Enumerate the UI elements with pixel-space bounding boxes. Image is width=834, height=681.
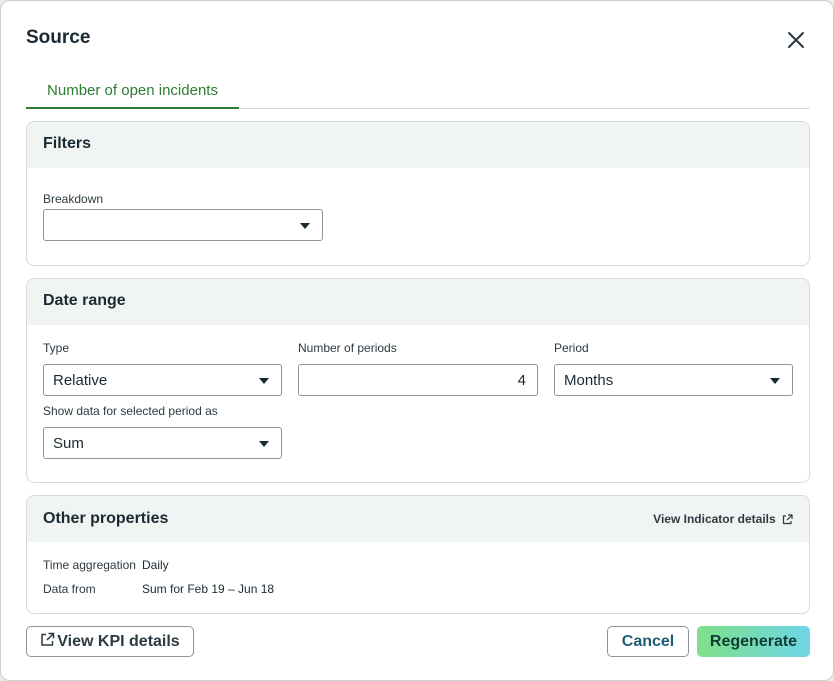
other-properties-card: Other properties View Indicator details … — [26, 495, 810, 614]
view-indicator-details-label: View Indicator details — [653, 512, 776, 526]
time-aggregation-value: Daily — [142, 558, 169, 572]
period-label: Period — [554, 341, 589, 355]
breakdown-select[interactable] — [43, 209, 323, 241]
chevron-down-icon — [259, 378, 269, 384]
data-from-value: Sum for Feb 19 – Jun 18 — [142, 582, 275, 596]
external-link-icon — [40, 628, 55, 657]
number-of-periods-label: Number of periods — [298, 341, 397, 355]
filters-card: Filters Breakdown — [26, 121, 810, 266]
cancel-button[interactable]: Cancel — [607, 626, 689, 657]
chevron-down-icon — [300, 223, 310, 229]
tab-number-of-open-incidents[interactable]: Number of open incidents — [26, 79, 239, 109]
type-label: Type — [43, 341, 70, 355]
date-range-title: Date range — [43, 292, 126, 309]
close-icon[interactable] — [783, 27, 809, 53]
time-aggregation-label: Time aggregation — [43, 558, 136, 572]
filters-header: Filters — [27, 122, 809, 168]
view-kpi-details-label: View KPI details — [57, 633, 180, 650]
regenerate-button[interactable]: Regenerate — [697, 626, 810, 657]
chevron-down-icon — [259, 441, 269, 447]
other-properties-header: Other properties View Indicator details — [27, 496, 809, 542]
tab-bar: Number of open incidents — [26, 79, 810, 109]
show-data-as-value: Sum — [53, 435, 84, 452]
view-indicator-details-link[interactable]: View Indicator details — [653, 512, 793, 528]
filters-title: Filters — [43, 135, 92, 152]
number-of-periods-input[interactable]: 4 — [298, 364, 538, 396]
show-data-as-select[interactable]: Sum — [43, 427, 282, 459]
source-dialog: Source Number of open incidents Filters … — [0, 0, 834, 681]
other-properties-title: Other properties — [43, 510, 169, 527]
chevron-down-icon — [770, 378, 780, 384]
number-of-periods-value: 4 — [517, 372, 526, 389]
date-range-header: Date range — [27, 279, 809, 325]
dialog-title: Source — [26, 27, 91, 48]
external-link-icon — [782, 514, 793, 528]
period-select[interactable]: Months — [554, 364, 793, 396]
breakdown-label: Breakdown — [43, 192, 104, 206]
date-range-card: Date range Type Relative Number of perio… — [26, 278, 810, 483]
view-kpi-details-button[interactable]: View KPI details — [26, 626, 194, 657]
data-from-label: Data from — [43, 582, 96, 596]
period-value: Months — [564, 372, 614, 389]
type-select[interactable]: Relative — [43, 364, 282, 396]
type-value: Relative — [53, 372, 108, 389]
show-data-as-label: Show data for selected period as — [43, 404, 218, 418]
